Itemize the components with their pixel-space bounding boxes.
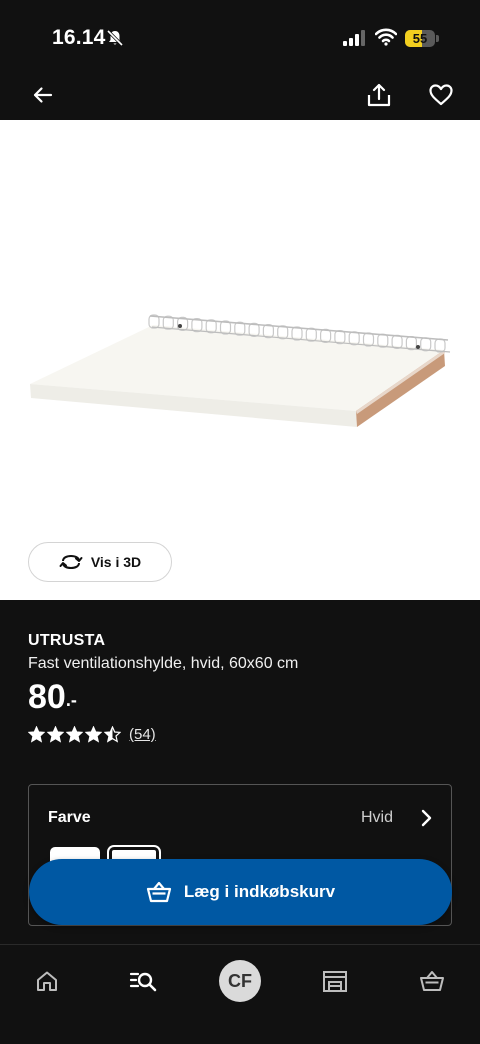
status-time: 16.14 bbox=[52, 26, 106, 49]
review-count-link[interactable]: (54) bbox=[129, 726, 156, 743]
add-to-cart-button[interactable]: Læg i indkøbskurv bbox=[29, 859, 452, 925]
color-label: Farve bbox=[48, 809, 91, 826]
product-name: UTRUSTA bbox=[28, 632, 106, 649]
rotate-3d-icon bbox=[59, 554, 83, 570]
product-info: UTRUSTA Fast ventilationshylde, hvid, 60… bbox=[0, 600, 480, 944]
bell-slash-icon bbox=[106, 29, 124, 47]
view-3d-button[interactable]: Vis i 3D bbox=[28, 542, 172, 582]
tab-store[interactable] bbox=[313, 959, 357, 1003]
share-button[interactable] bbox=[362, 78, 396, 112]
avatar: CF bbox=[219, 960, 261, 1002]
tab-home[interactable] bbox=[25, 959, 69, 1003]
star-half-icon bbox=[104, 726, 121, 743]
top-nav-bar bbox=[0, 70, 480, 120]
arrow-left-icon bbox=[33, 87, 53, 103]
color-value: Hvid bbox=[360, 809, 393, 826]
status-bar: 16.14 55 bbox=[0, 0, 480, 70]
product-price: 80 .- bbox=[28, 678, 77, 717]
product-image bbox=[30, 314, 451, 427]
favorite-button[interactable] bbox=[424, 78, 458, 112]
product-description: Fast ventilationshylde, hvid, 60x60 cm bbox=[28, 655, 299, 672]
battery-level: 55 bbox=[412, 31, 428, 46]
star-full-icon bbox=[85, 726, 102, 743]
wifi-icon bbox=[375, 28, 397, 46]
basket-icon bbox=[420, 971, 444, 991]
add-to-cart-label: Læg i indkøbskurv bbox=[183, 882, 336, 901]
back-button[interactable] bbox=[26, 78, 60, 112]
rating[interactable]: (54) bbox=[28, 726, 156, 743]
tab-cart[interactable] bbox=[410, 959, 454, 1003]
cellular-signal-icon bbox=[343, 30, 365, 46]
bottom-tab-bar: CF bbox=[0, 944, 480, 1044]
view-3d-label: Vis i 3D bbox=[90, 554, 142, 570]
price-suffix: .- bbox=[65, 690, 77, 710]
star-full-icon bbox=[28, 726, 45, 743]
share-icon bbox=[367, 83, 391, 107]
tab-profile[interactable]: CF bbox=[218, 959, 262, 1003]
star-full-icon bbox=[66, 726, 83, 743]
store-icon bbox=[323, 971, 347, 992]
heart-icon bbox=[429, 84, 453, 106]
star-full-icon bbox=[47, 726, 64, 743]
battery-icon: 55 bbox=[405, 30, 439, 47]
product-image-area[interactable]: Vis i 3D bbox=[0, 120, 480, 600]
price-value: 80 bbox=[28, 678, 66, 716]
home-icon bbox=[37, 971, 57, 991]
shopping-basket-icon bbox=[146, 881, 172, 903]
search-list-icon bbox=[129, 972, 157, 992]
chevron-right-icon bbox=[421, 809, 432, 827]
tab-search[interactable] bbox=[121, 959, 165, 1003]
